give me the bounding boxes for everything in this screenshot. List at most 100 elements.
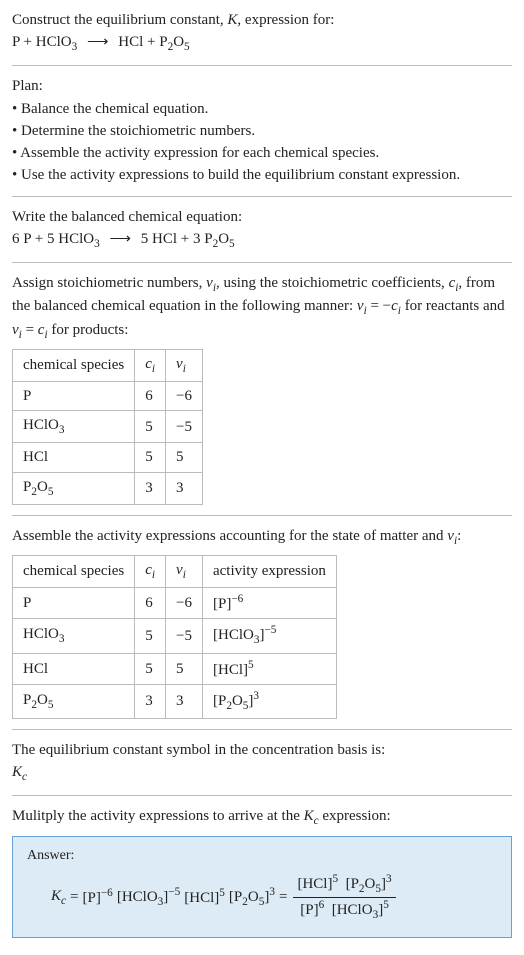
plan-bullet-4: • Use the activity expressions to build … (12, 165, 512, 185)
species-hclo3: HClO (55, 231, 95, 247)
divider (12, 196, 512, 197)
arrow-icon: ⟶ (87, 34, 109, 50)
balanced-equation: 6 P + 5 HClO3 ⟶ 5 HCl + 3 P2O5 (12, 229, 512, 252)
activity-intro: Assemble the activity expressions accoun… (12, 526, 512, 549)
problem-line1a: Construct the equilibrium constant, (12, 12, 227, 28)
problem-line1b: , expression for: (237, 12, 334, 28)
answer-box: Answer: Kc = [P]−6 [HClO3]−5 [HCl]5 [P2O… (12, 836, 512, 938)
fraction: [HCl]5 [P2O5]3 [P]6 [HClO3]5 (293, 872, 395, 923)
arrow-icon: ⟶ (109, 231, 131, 247)
sub-i: i (183, 363, 186, 375)
stoich-t4: for reactants and (401, 298, 505, 314)
pow: 3 (269, 886, 275, 898)
cell-ci: 6 (135, 381, 166, 410)
col-ci: ci (135, 555, 166, 587)
stoich-t1: Assign stoichiometric numbers, (12, 275, 206, 291)
pow: 5 (332, 873, 338, 885)
reactant-hclo3: HClO (36, 34, 72, 50)
cell-nui: 5 (166, 443, 203, 472)
divider (12, 729, 512, 730)
table-row: P2O5 3 3 (13, 472, 203, 504)
pow: 3 (386, 873, 392, 885)
cell-nui: 5 (166, 653, 203, 684)
term-p2o5: [P2O5]3 (229, 885, 275, 910)
activity-table: chemical species ci νi activity expressi… (12, 555, 337, 719)
coef-hclo3: 5 (47, 231, 55, 247)
table-row: P 6 −6 (13, 381, 203, 410)
table-header-row: chemical species ci νi (13, 349, 203, 381)
p: P (351, 876, 359, 892)
c: c (145, 356, 152, 372)
col-ci: ci (135, 349, 166, 381)
pow: −6 (231, 593, 243, 605)
nu: ν (12, 322, 19, 338)
sub5: 5 (229, 238, 235, 250)
c: c (145, 562, 152, 578)
activity-t2: : (457, 528, 461, 544)
product-hcl: HCl (118, 34, 143, 50)
term-hcl: [HCl]5 (184, 886, 225, 908)
plus: + (20, 34, 36, 50)
stoich-t2: , using the stoichiometric coefficients, (216, 275, 449, 291)
plan-bullet-2: • Determine the stoichiometric numbers. (12, 121, 512, 141)
pow: 6 (319, 899, 325, 911)
nu: ν (206, 275, 213, 291)
cell-species: P2O5 (13, 684, 135, 718)
cell-nui: −6 (166, 588, 203, 619)
sp: O (37, 692, 48, 708)
cell-species: P (13, 588, 135, 619)
sub3: 3 (94, 238, 100, 250)
cell-species: HCl (13, 653, 135, 684)
col-activity: activity expression (202, 555, 336, 587)
table-row: P2O5 3 3 [P2O5]3 (13, 684, 337, 718)
species-hcl: HCl (148, 231, 177, 247)
k: K (51, 888, 61, 904)
sp: P (23, 595, 31, 611)
balanced-intro: Write the balanced chemical equation: (12, 207, 512, 227)
plus: + (31, 231, 47, 247)
stoich-intro: Assign stoichiometric numbers, νi, using… (12, 273, 512, 343)
hclo: HClO (122, 889, 158, 905)
table-row: P 6 −6 [P]−6 (13, 588, 337, 619)
table-row: HCl 5 5 (13, 443, 203, 472)
kc-lhs: Kc (51, 886, 66, 909)
stoich-eq2: = (22, 322, 38, 338)
sub: 5 (48, 699, 54, 711)
sub-i: i (183, 569, 186, 581)
cell-activity: [HCl]5 (202, 653, 336, 684)
cell-species: HCl (13, 443, 135, 472)
kc-symbol-intro: The equilibrium constant symbol in the c… (12, 740, 512, 760)
kc-expression: Kc = [P]−6 [HClO3]−5 [HCl]5 [P2O5]3 = [H… (51, 872, 497, 923)
nu: ν (176, 562, 183, 578)
col-nui: νi (166, 555, 203, 587)
equals: = (70, 887, 78, 907)
cell-activity: [P2O5]3 (202, 684, 336, 718)
term-hclo3: [HClO3]−5 (117, 885, 180, 910)
cell-ci: 5 (135, 411, 166, 443)
numerator: [HCl]5 [P2O5]3 (293, 872, 395, 898)
sub: 5 (48, 486, 54, 498)
cell-nui: 3 (166, 684, 203, 718)
sp: HClO (23, 626, 59, 642)
answer-label: Answer: (27, 847, 497, 866)
multiply-t1: Mulitply the activity expressions to arr… (12, 808, 304, 824)
product-o: O (173, 34, 184, 50)
hcl: HCl (189, 890, 214, 906)
cell-species: HClO3 (13, 619, 135, 653)
sp: O (232, 693, 243, 709)
hcl: HCl (302, 876, 327, 892)
sp: HCl (23, 449, 48, 465)
pow: 5 (248, 659, 254, 671)
k-symbol: K (227, 12, 237, 28)
sp: O (37, 479, 48, 495)
equals: = (279, 887, 287, 907)
coef-p: 6 (12, 231, 20, 247)
cell-nui: 3 (166, 472, 203, 504)
species-p: P (20, 231, 32, 247)
cell-species: P (13, 381, 135, 410)
species-p2: P (200, 231, 212, 247)
col-nui: νi (166, 349, 203, 381)
sub-i: i (152, 363, 155, 375)
hclo: HClO (337, 902, 373, 918)
table-row: HClO3 5 −5 (13, 411, 203, 443)
